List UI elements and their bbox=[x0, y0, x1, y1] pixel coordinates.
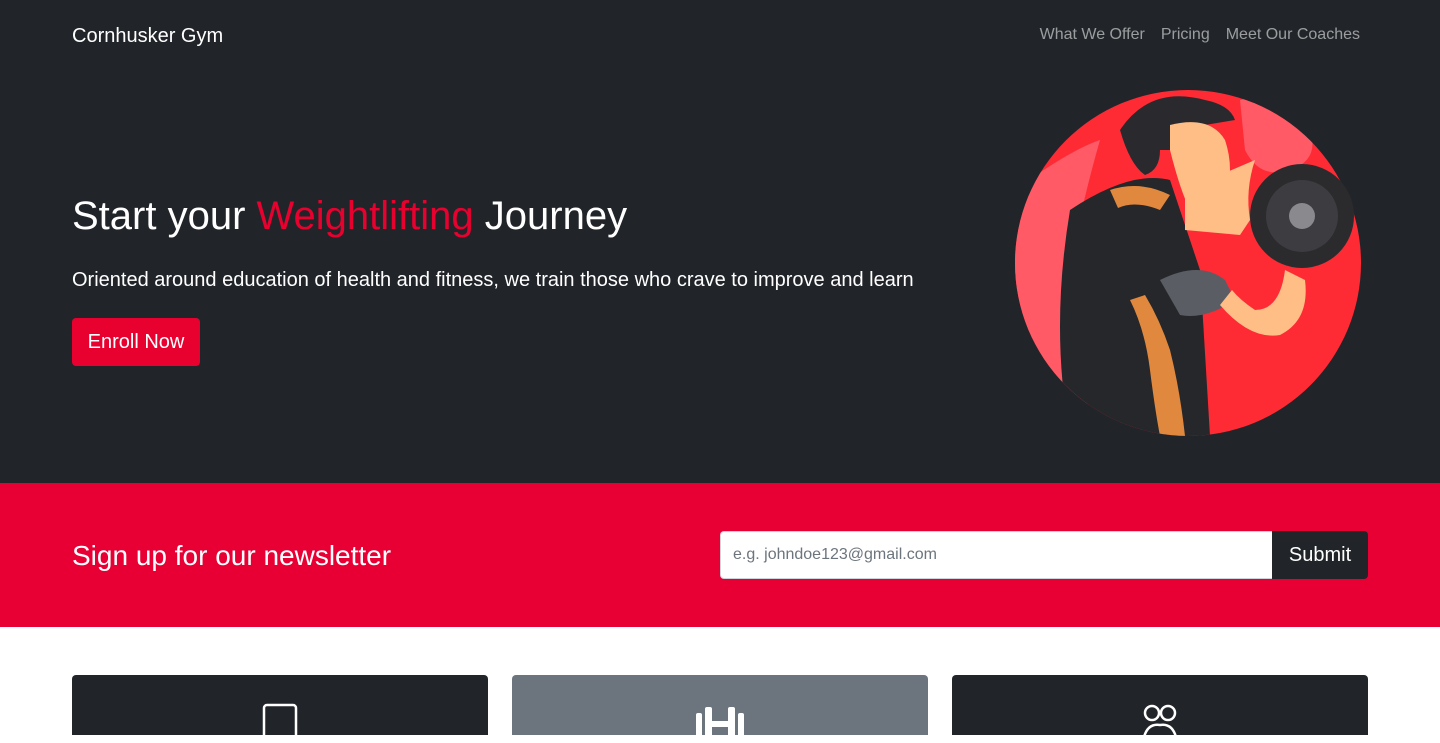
nav-link-pricing[interactable]: Pricing bbox=[1161, 24, 1210, 46]
newsletter-email-input[interactable] bbox=[720, 531, 1273, 579]
people-icon bbox=[1142, 704, 1178, 738]
weightlifter-illustration bbox=[1015, 90, 1361, 436]
headline-prefix: Start your bbox=[72, 194, 257, 238]
headline-suffix: Journey bbox=[473, 194, 628, 238]
main-nav: What We Offer Pricing Meet Our Coaches bbox=[1040, 24, 1360, 46]
dumbbell-icon bbox=[696, 707, 744, 743]
feature-card bbox=[952, 675, 1368, 738]
nav-link-what-we-offer[interactable]: What We Offer bbox=[1040, 24, 1145, 46]
hero-headline: Start your Weightlifting Journey bbox=[72, 192, 627, 240]
feature-card bbox=[72, 675, 488, 743]
feature-card bbox=[512, 675, 928, 743]
brand-link[interactable]: Cornhusker Gym bbox=[72, 24, 223, 48]
newsletter-submit-button[interactable]: Submit bbox=[1272, 531, 1368, 579]
nav-link-meet-our-coaches[interactable]: Meet Our Coaches bbox=[1226, 24, 1360, 46]
hero-subtitle: Oriented around education of health and … bbox=[72, 269, 914, 291]
newsletter-title: Sign up for our newsletter bbox=[72, 540, 392, 571]
hero-section: Cornhusker Gym What We Offer Pricing Mee… bbox=[0, 0, 1440, 483]
enroll-now-button[interactable]: Enroll Now bbox=[72, 318, 200, 366]
tablet-icon bbox=[262, 703, 298, 743]
headline-accent: Weightlifting bbox=[256, 194, 474, 238]
